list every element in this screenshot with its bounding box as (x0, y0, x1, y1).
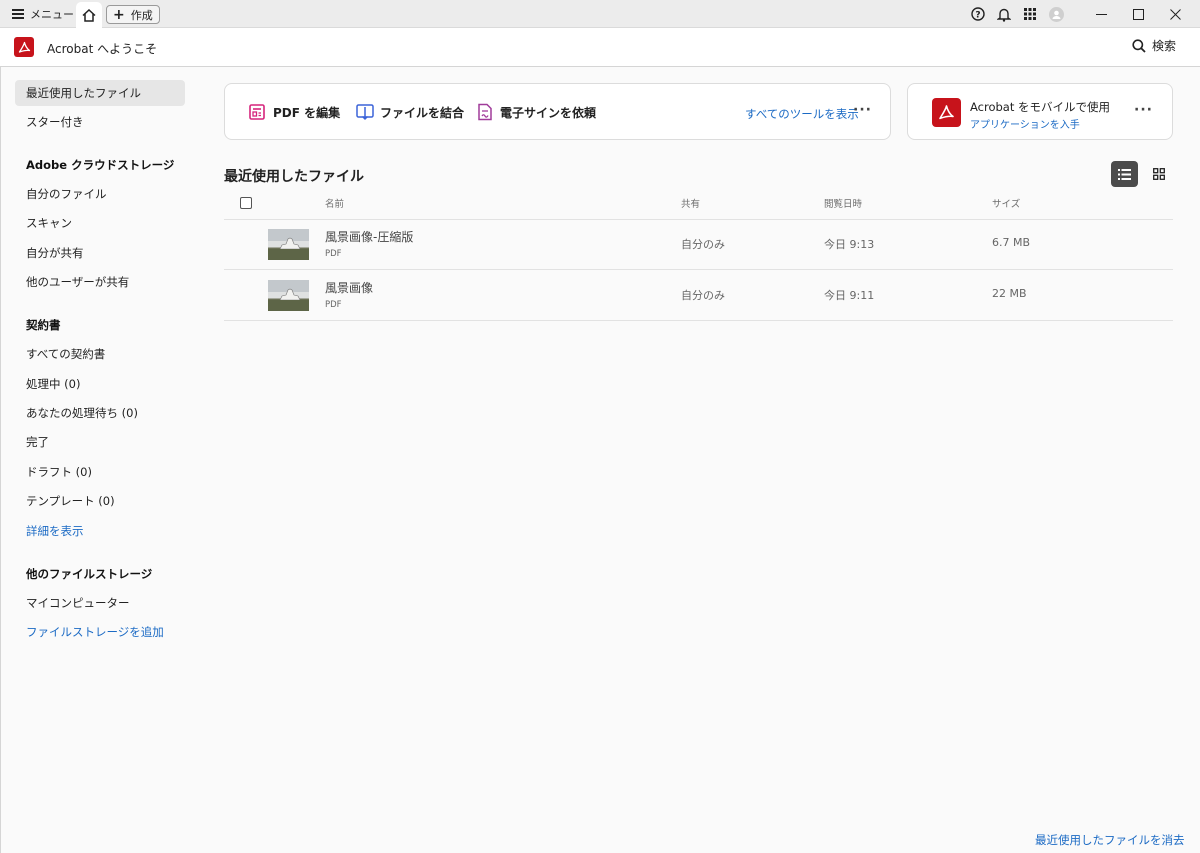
column-header-size[interactable]: サイズ (992, 196, 1020, 210)
show-more-link[interactable]: 詳細を表示 (15, 518, 185, 544)
request-esign-icon (476, 103, 494, 121)
plus-icon: + (113, 6, 125, 23)
avatar[interactable] (1047, 5, 1065, 23)
table-header: 名前 共有 閲覧日時 サイズ (224, 189, 1173, 220)
tool-edit-pdf-label: PDF を編集 (273, 105, 341, 120)
file-type: PDF (325, 300, 342, 310)
table-row[interactable]: 風景画像-圧縮版 PDF 自分のみ 今日 9:13 6.7 MB (224, 219, 1173, 270)
file-name: 風景画像-圧縮版 (325, 230, 414, 244)
file-shared: 自分のみ (681, 289, 725, 302)
recent-files-title: 最近使用したファイル (224, 169, 364, 185)
sidebar-item-shared-by-others[interactable]: 他のユーザーが共有 (15, 269, 185, 295)
sidebar-item-recent[interactable]: 最近使用したファイル (15, 80, 185, 106)
file-type: PDF (325, 249, 342, 259)
select-all-checkbox[interactable] (240, 197, 252, 209)
see-all-tools-link[interactable]: すべてのツールを表示 (745, 106, 859, 122)
file-name: 風景画像 (325, 281, 374, 295)
page-title: Acrobat へようこそ (47, 42, 158, 56)
tool-request-esign-label: 電子サインを依頼 (500, 105, 597, 120)
close-button[interactable] (1164, 3, 1186, 25)
create-button[interactable]: + 作成 (106, 5, 160, 24)
sidebar-item-completed[interactable]: 完了 (15, 429, 185, 455)
mobile-promo-card: Acrobat をモバイルで使用 アプリケーションを入手 ··· (907, 83, 1173, 140)
maximize-button[interactable] (1127, 3, 1149, 25)
tools-card: PDF を編集 ファイルを結合 電子サインを依頼 すべてのツールを表示 ··· (224, 83, 891, 140)
menu-label: メニュー (30, 8, 74, 21)
clear-recent-files-link[interactable]: 最近使用したファイルを消去 (1035, 832, 1185, 848)
search-button[interactable]: 検索 (1132, 37, 1176, 54)
sidebar-item-starred[interactable]: スター付き (15, 109, 185, 135)
sidebar-item-waiting-for-you[interactable]: あなたの処理待ち (0) (15, 400, 185, 426)
sidebar-item-my-files[interactable]: 自分のファイル (15, 181, 185, 207)
acrobat-mobile-logo-icon (932, 98, 961, 127)
acrobat-logo-icon (14, 37, 34, 57)
table-row[interactable]: 風景画像 PDF 自分のみ 今日 9:11 22 MB (224, 270, 1173, 321)
combine-files-icon (356, 103, 374, 121)
list-view-button[interactable] (1111, 161, 1138, 187)
sidebar-item-drafts[interactable]: ドラフト (0) (15, 459, 185, 485)
home-icon (82, 8, 96, 22)
bell-icon[interactable] (995, 5, 1013, 23)
menu-button[interactable]: メニュー (8, 4, 78, 24)
column-header-viewed[interactable]: 閲覧日時 (824, 196, 862, 210)
sidebar-item-in-progress[interactable]: 処理中 (0) (15, 371, 185, 397)
sidebar-item-shared-by-me[interactable]: 自分が共有 (15, 240, 185, 266)
sidebar-heading-cloud: Adobe クラウドストレージ (26, 158, 175, 172)
tool-edit-pdf[interactable]: PDF を編集 (249, 103, 340, 121)
apps-grid-icon[interactable] (1021, 5, 1039, 23)
minimize-icon (1095, 13, 1107, 15)
column-header-name[interactable]: 名前 (325, 196, 344, 210)
sidebar-item-all-contracts[interactable]: すべての契約書 (15, 341, 185, 367)
grid-view-button[interactable] (1146, 161, 1172, 187)
sidebar-item-scans[interactable]: スキャン (15, 210, 185, 236)
tools-more-icon[interactable]: ··· (853, 102, 872, 118)
get-app-link[interactable]: アプリケーションを入手 (970, 116, 1080, 131)
hamburger-icon (12, 9, 24, 19)
file-thumbnail (268, 229, 309, 260)
title-bar: メニュー + 作成 ? (0, 0, 1200, 28)
mobile-more-icon[interactable]: ··· (1134, 102, 1153, 118)
file-shared: 自分のみ (681, 238, 725, 251)
sidebar-heading-other-storage: 他のファイルストレージ (26, 567, 153, 581)
home-tab[interactable] (76, 2, 102, 28)
mobile-promo-title: Acrobat をモバイルで使用 (970, 100, 1111, 114)
search-icon (1132, 38, 1146, 53)
maximize-icon (1132, 8, 1144, 20)
app-header: Acrobat へようこそ 検索 (0, 28, 1200, 67)
tool-request-esign[interactable]: 電子サインを依頼 (476, 103, 596, 121)
file-viewed: 今日 9:11 (824, 289, 875, 302)
sidebar-heading-contracts: 契約書 (26, 318, 61, 332)
create-label: 作成 (130, 8, 153, 22)
file-thumbnail (268, 280, 309, 311)
grid-view-icon (1153, 168, 1165, 180)
sidebar-item-my-computer[interactable]: マイコンピューター (15, 590, 185, 616)
edit-pdf-icon (249, 103, 267, 121)
add-storage-link[interactable]: ファイルストレージを追加 (15, 619, 185, 645)
sidebar: 最近使用したファイル スター付き Adobe クラウドストレージ 自分のファイル… (0, 67, 200, 853)
svg-text:?: ? (975, 11, 980, 21)
tool-combine-files[interactable]: ファイルを結合 (356, 103, 464, 121)
sidebar-item-templates[interactable]: テンプレート (0) (15, 488, 185, 514)
search-label: 検索 (1151, 39, 1176, 53)
tool-combine-files-label: ファイルを結合 (380, 105, 465, 120)
minimize-button[interactable] (1090, 3, 1112, 25)
file-size: 22 MB (992, 287, 1027, 300)
column-header-shared[interactable]: 共有 (681, 196, 700, 210)
help-icon[interactable]: ? (969, 5, 987, 23)
file-size: 6.7 MB (992, 236, 1031, 249)
list-view-icon (1118, 168, 1131, 180)
close-icon (1169, 8, 1181, 20)
file-viewed: 今日 9:13 (824, 238, 875, 251)
